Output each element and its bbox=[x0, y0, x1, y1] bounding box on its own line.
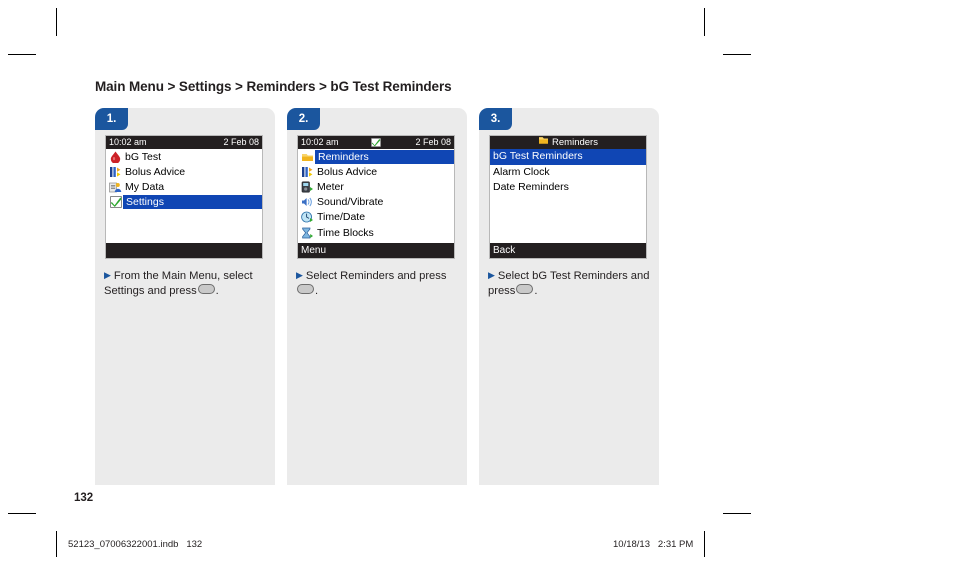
screen-title-bar: Reminders bbox=[490, 136, 646, 149]
time-blocks-icon bbox=[300, 226, 315, 240]
meter-icon bbox=[300, 180, 315, 194]
footer-filename: 52123_07006322001.indb 132 bbox=[68, 539, 203, 550]
bolus-advice-icon bbox=[300, 165, 315, 179]
crop-mark-right-top bbox=[723, 54, 751, 55]
screen-title-text: Reminders bbox=[552, 137, 598, 148]
step-number-badge: 2. bbox=[287, 108, 320, 130]
step-card-1: 1. 10:02 am 2 Feb 08 bG Test Bolus Advic… bbox=[95, 108, 275, 485]
menu-item-time-date[interactable]: Time/Date bbox=[298, 210, 454, 225]
breadcrumb: Main Menu > Settings > Reminders > bG Te… bbox=[95, 79, 452, 94]
step-number-badge: 1. bbox=[95, 108, 128, 130]
menu-item-label: Bolus Advice bbox=[125, 165, 186, 178]
menu-item-label: Bolus Advice bbox=[317, 165, 378, 178]
caption-line-2: press bbox=[488, 284, 516, 297]
device-screen-2: 10:02 am 2 Feb 08 Reminders Bolus Advice bbox=[297, 135, 455, 259]
status-bar: 10:02 am 2 Feb 08 bbox=[106, 136, 262, 149]
menu-item-label: Time Blocks bbox=[317, 226, 374, 239]
time-date-icon bbox=[300, 210, 315, 224]
menu-item-bolus-advice[interactable]: Bolus Advice bbox=[106, 164, 262, 179]
menu-item-meter[interactable]: Meter bbox=[298, 179, 454, 194]
crop-mark-footer-left bbox=[56, 531, 57, 557]
caption-period: . bbox=[215, 284, 219, 297]
menu-item-bg-test[interactable]: bG Test bbox=[106, 149, 262, 164]
soft-key-menu[interactable]: Menu bbox=[298, 243, 454, 258]
caption-bullet-icon: ▶ bbox=[296, 270, 303, 280]
status-date: 2 Feb 08 bbox=[415, 137, 451, 147]
status-bar: 10:02 am 2 Feb 08 bbox=[298, 136, 454, 149]
sound-vibrate-icon bbox=[300, 195, 315, 209]
status-time: 10:02 am bbox=[109, 137, 147, 147]
ok-button-glyph-icon bbox=[297, 283, 314, 294]
crop-mark-left-top bbox=[8, 54, 36, 55]
soft-key-back[interactable]: Back bbox=[490, 243, 646, 258]
menu-item-settings[interactable]: Settings bbox=[106, 195, 262, 210]
status-time: 10:02 am bbox=[301, 137, 339, 147]
my-data-icon bbox=[108, 180, 123, 194]
ok-button-glyph-icon bbox=[516, 283, 534, 294]
caption-line-2: Settings and press bbox=[104, 284, 197, 297]
list-item-date-reminders[interactable]: Date Reminders bbox=[490, 180, 646, 196]
menu-item-label: Settings bbox=[123, 195, 262, 210]
soft-key-bar[interactable] bbox=[106, 243, 262, 258]
menu-list-reminders: bG Test Reminders Alarm Clock Date Remin… bbox=[490, 149, 646, 244]
caption-line-1: From the Main Menu, select bbox=[113, 270, 253, 282]
footer-timestamp: 10/18/13 2:31 PM bbox=[613, 539, 694, 550]
caption-line-1: Select bG Test Reminders and bbox=[497, 270, 650, 282]
list-item-bg-test-reminders[interactable]: bG Test Reminders bbox=[490, 149, 646, 165]
menu-item-reminders[interactable]: Reminders bbox=[298, 149, 454, 164]
device-screen-3: Reminders bG Test Reminders Alarm Clock … bbox=[489, 135, 647, 259]
menu-item-label: Reminders bbox=[315, 149, 454, 164]
crop-mark-top-right bbox=[704, 8, 705, 36]
status-date: 2 Feb 08 bbox=[223, 137, 259, 147]
page-number: 132 bbox=[74, 492, 94, 504]
bolus-advice-icon bbox=[108, 165, 123, 179]
ok-button-glyph-icon bbox=[197, 283, 215, 294]
step-caption-2: ▶ Select Reminders and press . bbox=[296, 268, 462, 298]
crop-mark-footer-right bbox=[704, 531, 705, 557]
crop-mark-left-bottom bbox=[8, 513, 36, 514]
menu-list-settings: Reminders Bolus Advice Meter Sound/Vibra… bbox=[298, 149, 454, 244]
step-caption-3: ▶ Select bG Test Reminders and press. bbox=[488, 268, 654, 298]
menu-item-label: My Data bbox=[125, 180, 165, 193]
menu-item-label: Meter bbox=[317, 180, 344, 193]
caption-bullet-icon: ▶ bbox=[488, 270, 495, 280]
menu-item-label: Sound/Vibrate bbox=[317, 196, 384, 209]
menu-item-my-data[interactable]: My Data bbox=[106, 179, 262, 194]
reminders-icon bbox=[300, 150, 315, 164]
menu-item-time-blocks[interactable]: Time Blocks bbox=[298, 225, 454, 240]
menu-item-bolus-advice[interactable]: Bolus Advice bbox=[298, 164, 454, 179]
menu-item-label: Time/Date bbox=[317, 211, 366, 224]
crop-mark-right-bottom bbox=[723, 513, 751, 514]
caption-period: . bbox=[315, 284, 319, 297]
blood-drop-icon bbox=[108, 150, 123, 164]
settings-check-icon bbox=[108, 195, 123, 209]
menu-item-label: bG Test bbox=[125, 150, 161, 163]
device-screen-1: 10:02 am 2 Feb 08 bG Test Bolus Advice M… bbox=[105, 135, 263, 259]
crop-mark-top-left bbox=[56, 8, 57, 36]
menu-list-main: bG Test Bolus Advice My Data Settings bbox=[106, 149, 262, 244]
caption-bullet-icon: ▶ bbox=[104, 270, 111, 280]
list-item-alarm-clock[interactable]: Alarm Clock bbox=[490, 165, 646, 181]
step-caption-1: ▶ From the Main Menu, select Settings and… bbox=[104, 268, 270, 298]
reminders-icon bbox=[538, 136, 549, 149]
menu-item-sound-vibrate[interactable]: Sound/Vibrate bbox=[298, 195, 454, 210]
step-card-3: 3. Reminders bG Test Reminders Alarm Clo… bbox=[479, 108, 659, 485]
caption-line-1: Select Reminders and press bbox=[305, 270, 447, 282]
step-card-2: 2. 10:02 am 2 Feb 08 Reminders Bolus Adv… bbox=[287, 108, 467, 485]
caption-period: . bbox=[534, 284, 538, 297]
step-number-badge: 3. bbox=[479, 108, 512, 130]
